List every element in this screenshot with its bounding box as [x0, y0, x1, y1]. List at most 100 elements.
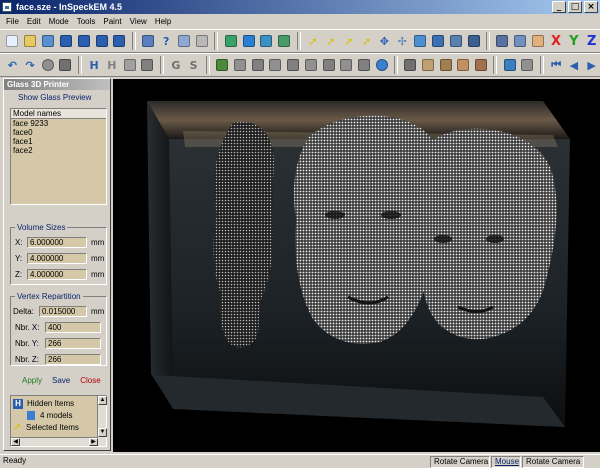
split-icon[interactable]: S [185, 57, 202, 74]
next-frame-icon[interactable]: ▶ [583, 57, 600, 74]
head-front-icon[interactable] [455, 57, 472, 74]
texture-view-icon[interactable] [437, 57, 454, 74]
scroll-down-icon[interactable]: ▼ [98, 428, 107, 437]
translate-tool-icon[interactable] [430, 33, 447, 50]
mesh-a-icon[interactable] [232, 57, 249, 74]
print-icon[interactable] [140, 33, 157, 50]
nbr-x-field[interactable]: 400 [45, 321, 101, 333]
light-icon[interactable] [373, 57, 390, 74]
measure-icon[interactable] [465, 33, 482, 50]
previous-frame-icon[interactable]: ◀ [566, 57, 583, 74]
hide-icon[interactable]: H [86, 57, 103, 74]
cube-icon[interactable] [57, 57, 74, 74]
camera-icon[interactable] [402, 57, 419, 74]
axis-y-button[interactable]: Y [565, 33, 582, 50]
tree-item-selected[interactable]: ➚ Selected Items [13, 422, 79, 433]
apply-button[interactable]: Apply [22, 376, 42, 385]
head-side-icon[interactable] [473, 57, 490, 74]
minimize-button[interactable]: _ [552, 1, 566, 13]
list-item[interactable]: face 9233 [11, 119, 106, 128]
menu-paint[interactable]: Paint [99, 14, 125, 29]
body-icon[interactable] [512, 33, 529, 50]
axis-x-button[interactable]: X [548, 33, 565, 50]
open-folder-icon[interactable] [22, 33, 39, 50]
context-help-icon[interactable] [176, 33, 193, 50]
select-add-icon[interactable]: ➚ [322, 33, 339, 50]
wire-view-icon[interactable] [139, 57, 156, 74]
tree-item-hidden[interactable]: H Hidden Items [13, 398, 74, 409]
new-file-icon[interactable] [4, 33, 21, 50]
sphere-icon[interactable] [39, 57, 56, 74]
list-item[interactable]: face0 [11, 128, 106, 137]
save-button[interactable]: Save [52, 376, 70, 385]
mesh-h-icon[interactable] [356, 57, 373, 74]
group-icon[interactable]: G [168, 57, 185, 74]
shading-icon[interactable] [501, 57, 518, 74]
menu-help[interactable]: Help [151, 14, 175, 29]
select-remove-icon[interactable]: ➚ [340, 33, 357, 50]
menu-edit[interactable]: Edit [23, 14, 45, 29]
head-view-icon[interactable] [420, 57, 437, 74]
menu-file[interactable]: File [2, 14, 23, 29]
menu-mode[interactable]: Mode [45, 14, 73, 29]
maximize-button[interactable]: □ [568, 1, 582, 13]
smooth-icon[interactable] [519, 57, 536, 74]
move-icon[interactable]: ✥ [376, 33, 393, 50]
save-all-icon[interactable] [93, 33, 110, 50]
tree-vertical-scrollbar[interactable]: ▲ ▼ [97, 396, 107, 446]
menu-view[interactable]: View [126, 14, 151, 29]
mesh-view-icon[interactable] [121, 57, 138, 74]
first-frame-icon[interactable]: ⏮ [548, 57, 565, 74]
mesh-check-icon[interactable] [276, 33, 293, 50]
select-region-icon[interactable]: ➚ [358, 33, 375, 50]
import-icon[interactable] [40, 33, 57, 50]
close-button[interactable]: Close [80, 376, 100, 385]
rotate-tool-icon[interactable] [412, 33, 429, 50]
texture-icon[interactable] [258, 33, 275, 50]
tree-horizontal-scrollbar[interactable]: ◀ ▶ [11, 437, 98, 446]
nbr-z-field[interactable]: 266 [45, 353, 101, 365]
save-icon[interactable] [58, 33, 75, 50]
align-icon[interactable] [447, 33, 464, 50]
volume-y-field[interactable]: 4.000000 [27, 252, 87, 264]
3d-viewport[interactable] [113, 79, 600, 452]
mesh-info-icon[interactable] [240, 33, 257, 50]
undo-icon[interactable]: ↶ [4, 57, 21, 74]
nbr-y-field[interactable]: 266 [45, 337, 101, 349]
menu-tools[interactable]: Tools [73, 14, 100, 29]
mesh-g-icon[interactable] [338, 57, 355, 74]
model-list-header: Model names [11, 109, 106, 119]
mesh-b-icon[interactable] [249, 57, 266, 74]
save-as-icon[interactable] [75, 33, 92, 50]
delta-field[interactable]: 0.015000 [39, 305, 87, 317]
face-icon[interactable] [530, 33, 547, 50]
mesh-d-icon[interactable] [285, 57, 302, 74]
face-feature-shadow [434, 235, 452, 243]
list-item[interactable]: face1 [11, 137, 106, 146]
select-arrow-icon[interactable]: ➚ [305, 33, 322, 50]
hide-all-icon[interactable]: H [103, 57, 120, 74]
scroll-right-icon[interactable]: ▶ [89, 438, 98, 446]
export-icon[interactable] [111, 33, 128, 50]
mesh-c-icon[interactable] [267, 57, 284, 74]
shirt-icon[interactable] [494, 33, 511, 50]
axis-z-button[interactable]: Z [583, 33, 600, 50]
nbr-x-row: Nbr. X: 400 [15, 321, 101, 333]
volume-x-field[interactable]: 6.000000 [27, 236, 87, 248]
properties-icon[interactable] [193, 33, 210, 50]
move-axis-icon[interactable]: ✢ [394, 33, 411, 50]
list-item[interactable]: face2 [11, 146, 106, 155]
volume-z-field[interactable]: 4.000000 [27, 268, 87, 280]
mesh-icon[interactable] [222, 33, 239, 50]
close-window-button[interactable]: × [584, 1, 598, 13]
redo-icon[interactable]: ↷ [22, 57, 39, 74]
scroll-left-icon[interactable]: ◀ [11, 438, 20, 446]
select-mesh-icon[interactable] [214, 57, 231, 74]
tree-item-models[interactable]: 4 models [27, 410, 72, 421]
mesh-f-icon[interactable] [320, 57, 337, 74]
help-icon[interactable]: ? [158, 33, 175, 50]
scroll-up-icon[interactable]: ▲ [98, 396, 107, 405]
mesh-e-icon[interactable] [302, 57, 319, 74]
show-preview-button[interactable]: Show Glass Preview [18, 93, 91, 102]
status-action: Rotate Camera [522, 456, 584, 468]
